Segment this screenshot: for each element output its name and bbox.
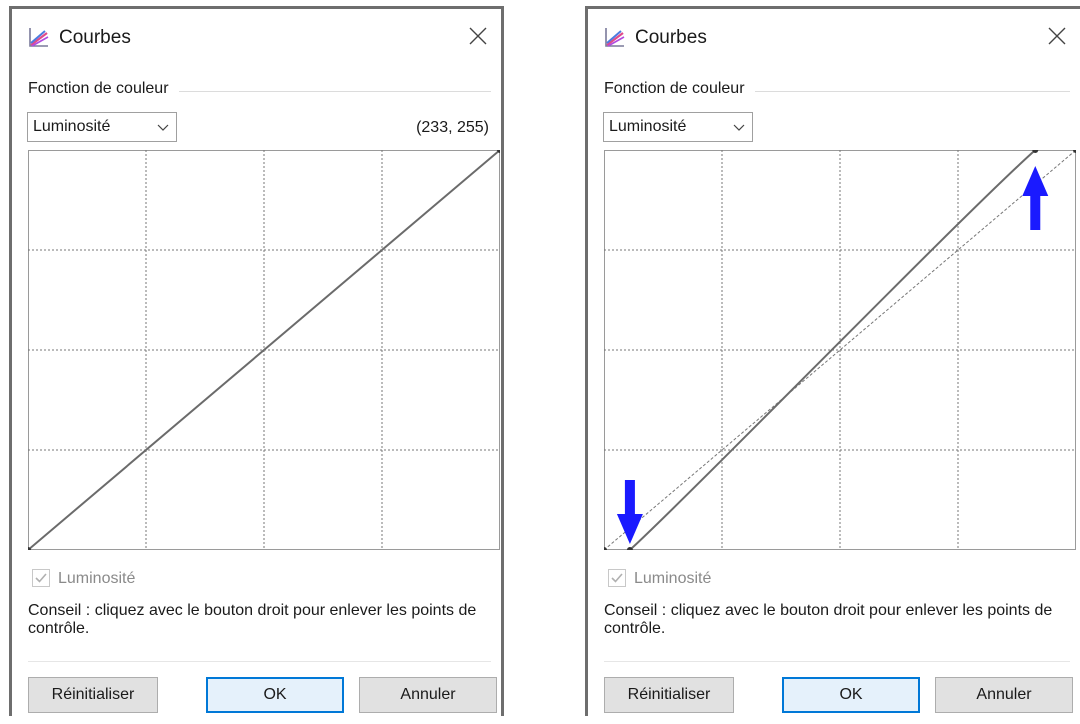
section-label: Fonction de couleur xyxy=(604,80,755,98)
reset-button[interactable]: Réinitialiser xyxy=(604,677,734,713)
hint-text: Conseil : cliquez avec le bouton droit p… xyxy=(604,602,1053,637)
cancel-button[interactable]: Annuler xyxy=(935,677,1073,713)
luminosity-checkbox[interactable] xyxy=(32,569,50,587)
cancel-button[interactable]: Annuler xyxy=(359,677,497,713)
close-icon xyxy=(1048,27,1066,45)
checkmark-icon xyxy=(611,573,623,583)
channel-select-value: Luminosité xyxy=(609,118,687,135)
curve-editor[interactable] xyxy=(604,150,1076,550)
footer-divider xyxy=(28,661,491,662)
dialog-title: Courbes xyxy=(59,27,131,48)
coordinates-readout: (233, 255) xyxy=(416,119,489,136)
luminosity-checkbox-label: Luminosité xyxy=(58,570,136,587)
chevron-down-icon xyxy=(733,124,745,131)
close-icon xyxy=(469,27,487,45)
curve-editor[interactable] xyxy=(28,150,500,550)
title-bar[interactable]: Courbes xyxy=(588,9,1080,67)
section-label: Fonction de couleur xyxy=(28,80,179,98)
curves-app-icon xyxy=(29,28,49,47)
close-button[interactable] xyxy=(463,21,493,51)
chevron-down-icon xyxy=(157,124,169,131)
title-bar[interactable]: Courbes xyxy=(12,9,501,67)
hint-text: Conseil : cliquez avec le bouton droit p… xyxy=(28,602,477,637)
channel-select-value: Luminosité xyxy=(33,118,111,135)
curves-dialog-after: Courbes Fonction de couleur Luminosité L… xyxy=(585,6,1080,716)
ok-button[interactable]: OK xyxy=(782,677,920,713)
checkmark-icon xyxy=(35,573,47,583)
reset-button[interactable]: Réinitialiser xyxy=(28,677,158,713)
luminosity-checkbox-label: Luminosité xyxy=(634,570,712,587)
ok-button[interactable]: OK xyxy=(206,677,344,713)
luminosity-checkbox[interactable] xyxy=(608,569,626,587)
dialog-title: Courbes xyxy=(635,27,707,48)
footer-divider xyxy=(604,661,1070,662)
curves-app-icon xyxy=(605,28,625,47)
channel-select[interactable]: Luminosité xyxy=(603,112,753,142)
channel-select[interactable]: Luminosité xyxy=(27,112,177,142)
curves-dialog-before: Courbes Fonction de couleur Luminosité (… xyxy=(9,6,504,716)
close-button[interactable] xyxy=(1042,21,1072,51)
